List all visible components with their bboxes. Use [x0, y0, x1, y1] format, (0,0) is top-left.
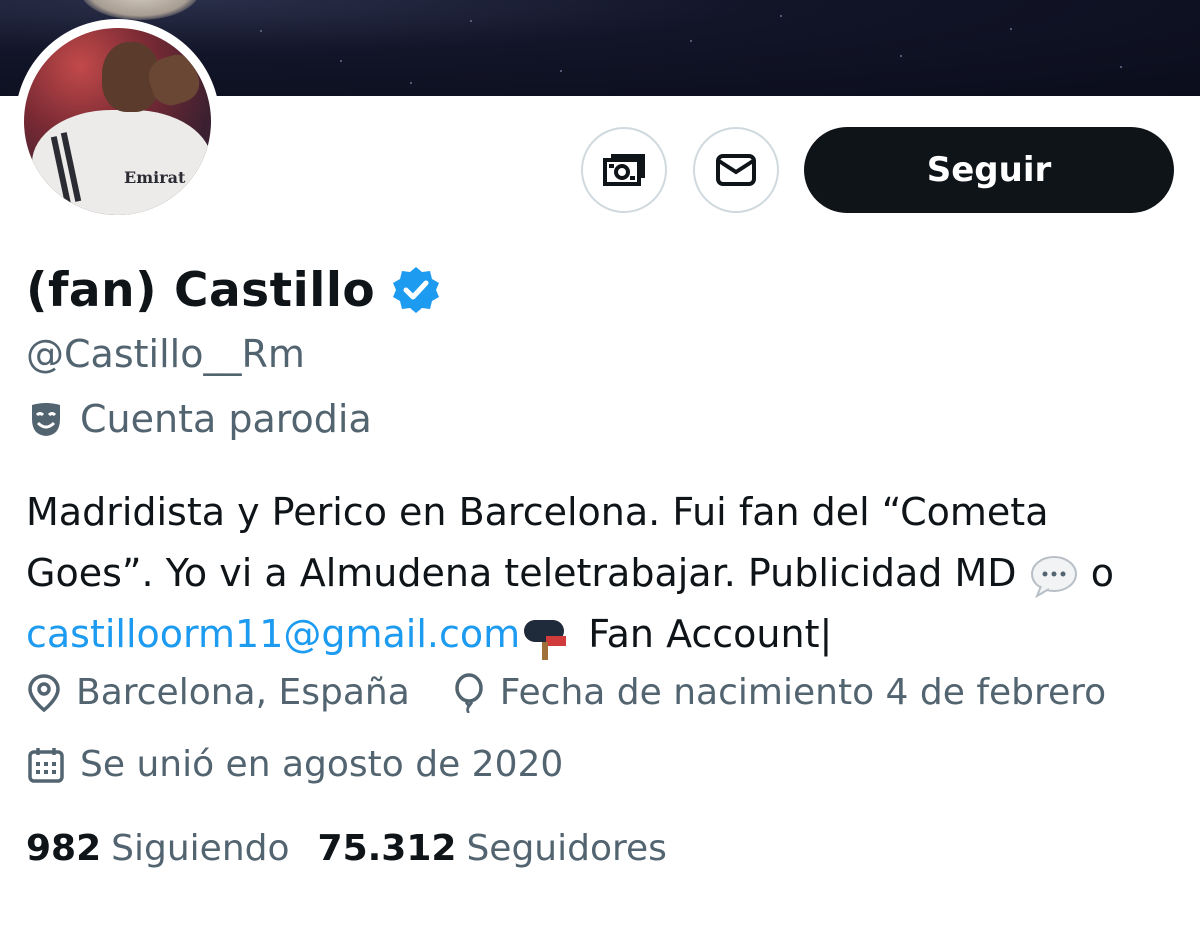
- mask-icon: [32, 403, 60, 436]
- mailbox-icon: [524, 619, 567, 660]
- display-name: (fan) Castillo: [26, 262, 376, 318]
- bio-line-2: Goes”. Yo vi a Almudena teletrabajar. Pu…: [26, 551, 1017, 595]
- avatar[interactable]: Emirat: [15, 19, 220, 224]
- followers-link[interactable]: 75.312 Seguidores: [318, 828, 667, 869]
- profile-bio: Madridista y Perico en Barcelona. Fui fa…: [26, 482, 1186, 665]
- mail-icon: [716, 154, 756, 186]
- calendar-icon: [28, 747, 64, 783]
- parody-label[interactable]: Cuenta parodia: [26, 397, 372, 441]
- display-name-row: (fan) Castillo: [26, 258, 441, 322]
- followers-label: Seguidores: [466, 828, 667, 869]
- parody-label-text: Cuenta parodia: [80, 397, 372, 441]
- birthday-text: Fecha de nacimiento 4 de febrero: [499, 672, 1107, 713]
- location-pin-icon: [28, 673, 60, 712]
- user-handle: @Castillo__Rm: [26, 332, 305, 376]
- following-label: Siguiendo: [111, 828, 290, 869]
- bio-line-3-suffix: Fan Account|: [588, 612, 833, 656]
- money-icon: [603, 154, 645, 186]
- profile-meta: Barcelona, España Fecha de nacimiento 4 …: [26, 672, 1106, 713]
- message-button[interactable]: [693, 127, 779, 213]
- balloon-icon: [455, 672, 483, 713]
- speech-bubble-icon: [1030, 555, 1077, 598]
- location-text: Barcelona, España: [76, 672, 410, 713]
- verified-badge-icon[interactable]: [391, 265, 441, 315]
- bio-email-link[interactable]: castilloorm11@gmail.com: [26, 612, 520, 656]
- following-link[interactable]: 982 Siguiendo: [26, 828, 290, 869]
- subscribe-money-button[interactable]: [581, 127, 667, 213]
- bio-line-1: Madridista y Perico en Barcelona. Fui fa…: [26, 490, 1049, 534]
- followers-count: 75.312: [317, 828, 457, 869]
- join-date-text: Se unió en agosto de 2020: [80, 744, 564, 785]
- following-count: 982: [26, 828, 102, 869]
- follow-button[interactable]: Seguir: [804, 127, 1174, 213]
- bio-line-2-suffix: o: [1090, 551, 1114, 595]
- join-date: Se unió en agosto de 2020: [26, 744, 563, 785]
- birthday: Fecha de nacimiento 4 de febrero: [452, 672, 1106, 713]
- location: Barcelona, España: [26, 672, 410, 713]
- follow-stats: 982 Siguiendo 75.312 Seguidores: [26, 828, 667, 869]
- avatar-photo: Emirat: [24, 28, 211, 215]
